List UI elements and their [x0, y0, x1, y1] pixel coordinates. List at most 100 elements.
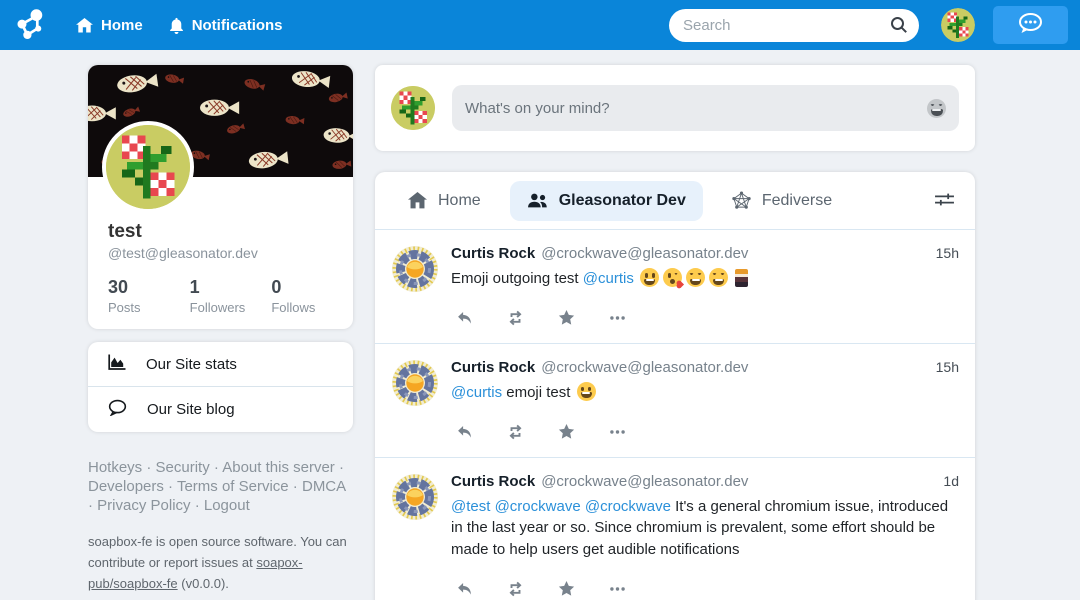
reply-icon [455, 580, 474, 598]
post-author-avatar[interactable] [391, 359, 439, 407]
post-author-handle: @crockwave@gleasonator.dev [541, 359, 748, 376]
tab-gleasonator-dev[interactable]: Gleasonator Dev [510, 181, 703, 221]
tab-fediverse[interactable]: Fediverse [715, 180, 849, 221]
star-button[interactable] [557, 309, 576, 327]
footer-link-terms-of-service[interactable]: Terms of Service [177, 478, 289, 495]
account-avatar[interactable] [941, 8, 975, 42]
emoji-beam [709, 268, 728, 287]
more-button[interactable] [608, 580, 627, 598]
search-box [669, 9, 919, 42]
compose-placeholder: What's on your mind? [465, 100, 927, 117]
fediverse-star-icon [732, 191, 751, 210]
post-body: @curtis emoji test [451, 382, 959, 404]
repost-icon [506, 580, 525, 598]
footer-link-dmca[interactable]: DMCA [302, 478, 345, 495]
emoji-grin [640, 268, 659, 287]
stat-posts[interactable]: 30 Posts [108, 277, 190, 315]
stat-followers[interactable]: 1 Followers [190, 277, 272, 315]
blog-bubble-icon [108, 399, 127, 420]
repost-icon [506, 423, 525, 441]
star-button[interactable] [557, 423, 576, 441]
footer-link-developers[interactable]: Developers [88, 478, 164, 495]
sidebar-footer: Hotkeys · Security · About this server ·… [88, 458, 353, 595]
footer-about: soapbox-fe is open source software. You … [88, 532, 349, 594]
footer-link-about-this-server[interactable]: About this server [222, 459, 335, 476]
more-button[interactable] [608, 309, 627, 327]
footer-link-hotkeys[interactable]: Hotkeys [88, 459, 142, 476]
star-icon [557, 580, 576, 598]
nav-notifications-link[interactable]: Notifications [169, 17, 283, 34]
mention-link[interactable]: @test [451, 498, 490, 515]
mention-link[interactable]: @curtis [583, 270, 634, 287]
profile-stats: 30 Posts 1 Followers 0 Follows [108, 277, 353, 315]
star-button[interactable] [557, 580, 576, 598]
nav-home-link[interactable]: Home [76, 17, 143, 34]
post-author-name[interactable]: Curtis Rock [451, 473, 535, 490]
post-author-name[interactable]: Curtis Rock [451, 359, 535, 376]
emoji-grin [577, 382, 596, 401]
nav-home-label: Home [101, 17, 143, 34]
post-author-handle: @crockwave@gleasonator.dev [541, 473, 748, 490]
footer-link-security[interactable]: Security [156, 459, 210, 476]
post-actions [451, 576, 959, 600]
mention-link[interactable]: @crockwave [495, 498, 581, 515]
compose-input[interactable]: What's on your mind? [452, 85, 959, 131]
reply-button[interactable] [455, 423, 474, 441]
footer-link-logout[interactable]: Logout [204, 497, 250, 514]
repost-button[interactable] [506, 309, 525, 327]
compose-avatar[interactable] [391, 86, 435, 130]
pixel-flower-avatar [941, 8, 975, 42]
post-timestamp[interactable]: 15h [936, 245, 959, 261]
chat-button[interactable] [993, 6, 1068, 44]
sidebar-item-label: Our Site blog [147, 401, 235, 418]
ellipsis-icon [608, 580, 627, 598]
post-body: @test @crockwave @crockwave It's a gener… [451, 496, 959, 561]
pixel-flower-avatar [106, 125, 190, 209]
emoji-beam [686, 268, 705, 287]
search-icon[interactable] [890, 16, 908, 39]
post-body: Emoji outgoing test @curtis [451, 268, 959, 290]
filter-sliders-icon[interactable] [930, 187, 959, 215]
chat-bubble-icon [1017, 12, 1044, 38]
dolphin-ring-avatar [391, 359, 439, 407]
reply-icon [455, 423, 474, 441]
home-icon [408, 192, 427, 209]
nav-notifications-label: Notifications [192, 17, 283, 34]
post-timestamp[interactable]: 1d [943, 473, 959, 489]
post-timestamp[interactable]: 15h [936, 359, 959, 375]
post: Curtis Rock @crockwave@gleasonator.dev 1… [375, 229, 975, 343]
profile-avatar[interactable] [102, 121, 194, 213]
profile-handle: @test@gleasonator.dev [108, 245, 353, 261]
footer-link-privacy-policy[interactable]: Privacy Policy [97, 497, 190, 514]
repost-button[interactable] [506, 580, 525, 598]
tab-home[interactable]: Home [391, 181, 498, 221]
reply-button[interactable] [455, 309, 474, 327]
footer-links: Hotkeys · Security · About this server ·… [88, 458, 349, 515]
repost-icon [506, 309, 525, 327]
dolphin-ring-avatar [391, 473, 439, 521]
post-author-handle: @crockwave@gleasonator.dev [541, 245, 748, 262]
users-group-icon [527, 192, 548, 209]
post-author-avatar[interactable] [391, 245, 439, 293]
sidebar-item-site-stats[interactable]: Our Site stats [88, 342, 353, 386]
pixel-flower-avatar [391, 86, 435, 130]
reply-icon [455, 309, 474, 327]
stat-follows[interactable]: 0 Follows [271, 277, 353, 315]
post-author-avatar[interactable] [391, 473, 439, 521]
stats-chart-icon [108, 354, 126, 374]
joy-emoji-icon[interactable] [927, 99, 946, 118]
more-button[interactable] [608, 423, 627, 441]
timeline-tabs: Home Gleasonator Dev Fediverse [375, 172, 975, 229]
repost-button[interactable] [506, 423, 525, 441]
profile-card: test @test@gleasonator.dev 30 Posts 1 Fo… [88, 65, 353, 329]
soapbox-logo[interactable] [12, 6, 50, 44]
star-icon [557, 423, 576, 441]
post-actions [451, 419, 959, 449]
sidebar-item-site-blog[interactable]: Our Site blog [88, 386, 353, 432]
post-author-name[interactable]: Curtis Rock [451, 245, 535, 262]
mention-link[interactable]: @crockwave [585, 498, 671, 515]
bell-icon [169, 17, 184, 34]
search-input[interactable] [669, 9, 919, 42]
reply-button[interactable] [455, 580, 474, 598]
mention-link[interactable]: @curtis [451, 384, 502, 401]
